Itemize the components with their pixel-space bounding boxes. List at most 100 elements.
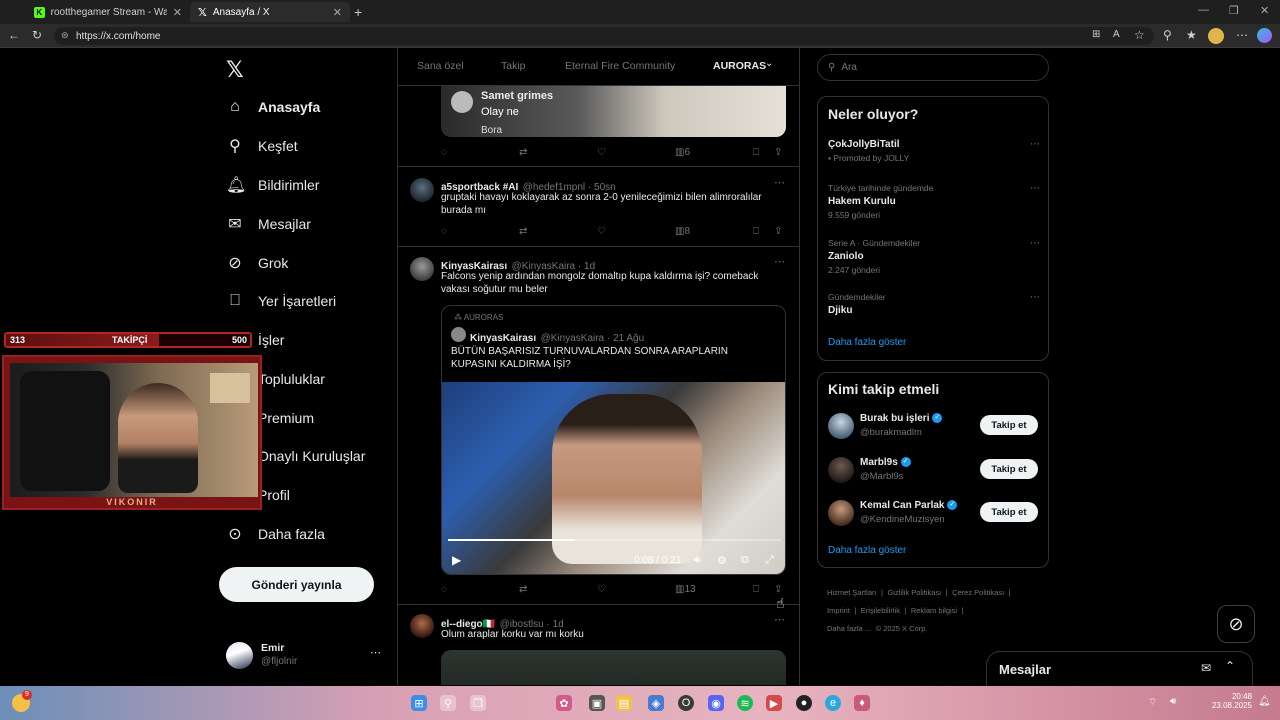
tab-kick[interactable]: K rootthegamer Stream - Watch Li ✕ [26,2,190,22]
retweet-icon[interactable]: ⇄ [519,226,527,237]
views-icon[interactable]: ▥ 6 [675,147,690,158]
video-progress-track[interactable] [448,539,781,541]
favorites-icon[interactable]: ★ [1186,28,1197,42]
trend-item[interactable]: ÇokJollyBiTatil ▪ Promoted by JOLLY ⋯ [828,139,1040,163]
follow-button[interactable]: Takip et [980,459,1038,479]
reload-icon[interactable]: ↻ [32,28,42,42]
tab-following[interactable]: Takip [501,60,526,72]
profile-avatar[interactable] [1208,28,1224,44]
pip-icon[interactable]: ⧉ [741,554,749,567]
close-tab-icon[interactable]: ✕ [333,6,342,19]
avatar[interactable] [410,178,434,202]
restore-icon[interactable]: ❐ [1229,4,1239,17]
tweet-item[interactable]: el--diego🇮🇹 @ibostlsu · 1d ⋯ Olum arapla… [398,605,799,685]
trend-item[interactable]: Serie A · Gündemdekiler Zaniolo 2.247 gö… [828,238,1040,275]
nav-home[interactable]: ⌂ Anasayfa [226,92,320,122]
settings-gear-icon[interactable]: ⚙ [717,554,727,567]
app-icon[interactable]: ♦ [854,695,870,711]
tab-eternal-fire[interactable]: Eternal Fire Community [565,60,675,72]
nav-explore[interactable]: ⚲ Keşfet [226,131,298,161]
copilot-icon[interactable] [1257,28,1272,43]
app-icon[interactable]: ✿ [556,695,572,711]
notification-bell-icon[interactable]: 🔔︎ [1258,696,1271,707]
views-icon[interactable]: ▥ 8 [675,226,690,237]
grok-floating-button[interactable]: ⊘ [1217,605,1255,643]
bookmark-icon[interactable]: ⎕ [753,147,759,158]
reply-icon[interactable]: ◌ [441,584,447,595]
like-icon[interactable]: ♡ [597,226,606,237]
search-icon[interactable]: ⚲ [440,695,456,711]
expand-up-icon[interactable]: ⌃ [1225,659,1235,673]
share-icon[interactable]: ⇪ [774,584,782,595]
share-icon[interactable]: ⇪ [774,226,782,237]
close-tab-icon[interactable]: ✕ [173,6,182,19]
app-icon[interactable]: ▶ [766,695,782,711]
volume-icon[interactable]: 🔊︎ [1170,696,1176,707]
system-clock[interactable]: 20:48 23.08.2025 [1208,692,1252,710]
like-icon[interactable]: ♡ [597,147,606,158]
new-tab-icon[interactable]: + [354,4,362,20]
like-icon[interactable]: ♡ [597,584,606,595]
avatar[interactable] [410,614,434,638]
app-icon[interactable]: ▣ [589,695,605,711]
close-window-icon[interactable]: ✕ [1260,4,1269,17]
app-icon[interactable]: ◈ [648,695,664,711]
file-explorer-icon[interactable]: ▤ [616,695,632,711]
tab-auroras[interactable]: AURORAS [713,60,766,72]
read-aloud-icon[interactable]: A [1113,29,1120,40]
reply-icon[interactable]: ◌ [441,147,447,158]
tweet-video[interactable]: ▶ 0:08 / 0:21 🔊︎ ⚙ ⧉ ⤢ [442,382,785,574]
nav-more[interactable]: ⊙ Daha fazla [226,519,325,549]
avatar[interactable] [410,257,434,281]
task-view-icon[interactable]: ❐ [470,695,486,711]
tab-x-home[interactable]: 𝕏 Anasayfa / X ✕ [190,2,350,22]
bookmark-icon[interactable]: ⎕ [753,584,759,595]
app-icon[interactable]: ● [796,695,812,711]
more-dots-icon[interactable]: ⋯ [1030,238,1040,249]
tweet-item[interactable]: a5sportback #AI @hedef1mpnl · 50sn ⋯ gru… [398,167,799,247]
volume-icon[interactable]: 🔊︎ [694,554,701,567]
nav-messages[interactable]: ✉ Mesajlar [226,209,311,239]
back-icon[interactable]: ← [8,28,20,42]
tweet-item[interactable]: KinyasKairası @KinyasKaira · 1d ⋯ Falcon… [398,247,799,605]
messages-drawer[interactable]: Mesajlar ✉ ⌃ [986,651,1253,687]
play-icon[interactable]: ▶ [452,553,461,567]
nav-bookmarks[interactable]: ⎕ Yer İşaretleri [226,286,336,316]
more-dots-icon[interactable]: ⋯ [774,176,785,189]
opera-icon[interactable]: O [678,695,694,711]
discord-icon[interactable]: ◉ [708,695,724,711]
retweet-icon[interactable]: ⇄ [519,584,527,595]
views-icon[interactable]: ▥ 13 [675,584,696,595]
trends-show-more-link[interactable]: Daha fazla göster [828,337,906,348]
nav-notifications[interactable]: 🔔︎ Bildirimler [226,170,319,200]
bookmark-icon[interactable]: ⎕ [753,226,759,237]
app-icon[interactable]: ⊞ [1092,29,1100,40]
url-field[interactable]: ⊜ https://x.com/home [54,27,1154,45]
tweet-media[interactable]: Samet grimes Olay ne Bora [441,85,786,137]
widgets-icon[interactable]: 9 [12,690,32,712]
share-icon[interactable]: ⇪ [774,147,782,158]
more-dots-icon[interactable]: ⋯ [1030,292,1040,303]
windows-start-icon[interactable]: ⊞ [411,695,427,711]
more-dots-icon[interactable]: ⋯ [1030,183,1040,194]
extensions-icon[interactable]: ⚲ [1163,28,1172,42]
menu-dots-icon[interactable]: ⋯ [1236,28,1248,42]
minimize-icon[interactable]: — [1198,4,1209,16]
new-message-icon[interactable]: ✉ [1201,661,1211,675]
x-logo-icon[interactable]: 𝕏 [226,57,244,83]
site-info-icon[interactable]: ⊜ [61,30,69,41]
tab-for-you[interactable]: Sana özel [417,60,464,72]
more-dots-icon[interactable]: ⋯ [774,613,785,626]
edge-icon[interactable]: e [825,695,841,711]
trend-item[interactable]: Türkiye tarihinde gündemde Hakem Kurulu … [828,183,1040,220]
tweet-media[interactable] [441,650,786,685]
fullscreen-icon[interactable]: ⤢ [765,554,774,567]
account-switcher[interactable]: Emir @fljolnir ⋯ [226,641,386,671]
spotify-icon[interactable]: ≋ [737,695,753,711]
follow-button[interactable]: Takip et [980,502,1038,522]
reply-icon[interactable]: ◌ [441,226,447,237]
favorite-star-icon[interactable]: ☆ [1134,28,1145,42]
network-icon[interactable]: ⌔ [1148,696,1157,709]
follow-button[interactable]: Takip et [980,415,1038,435]
chevron-down-icon[interactable]: ⌄ [765,58,773,69]
